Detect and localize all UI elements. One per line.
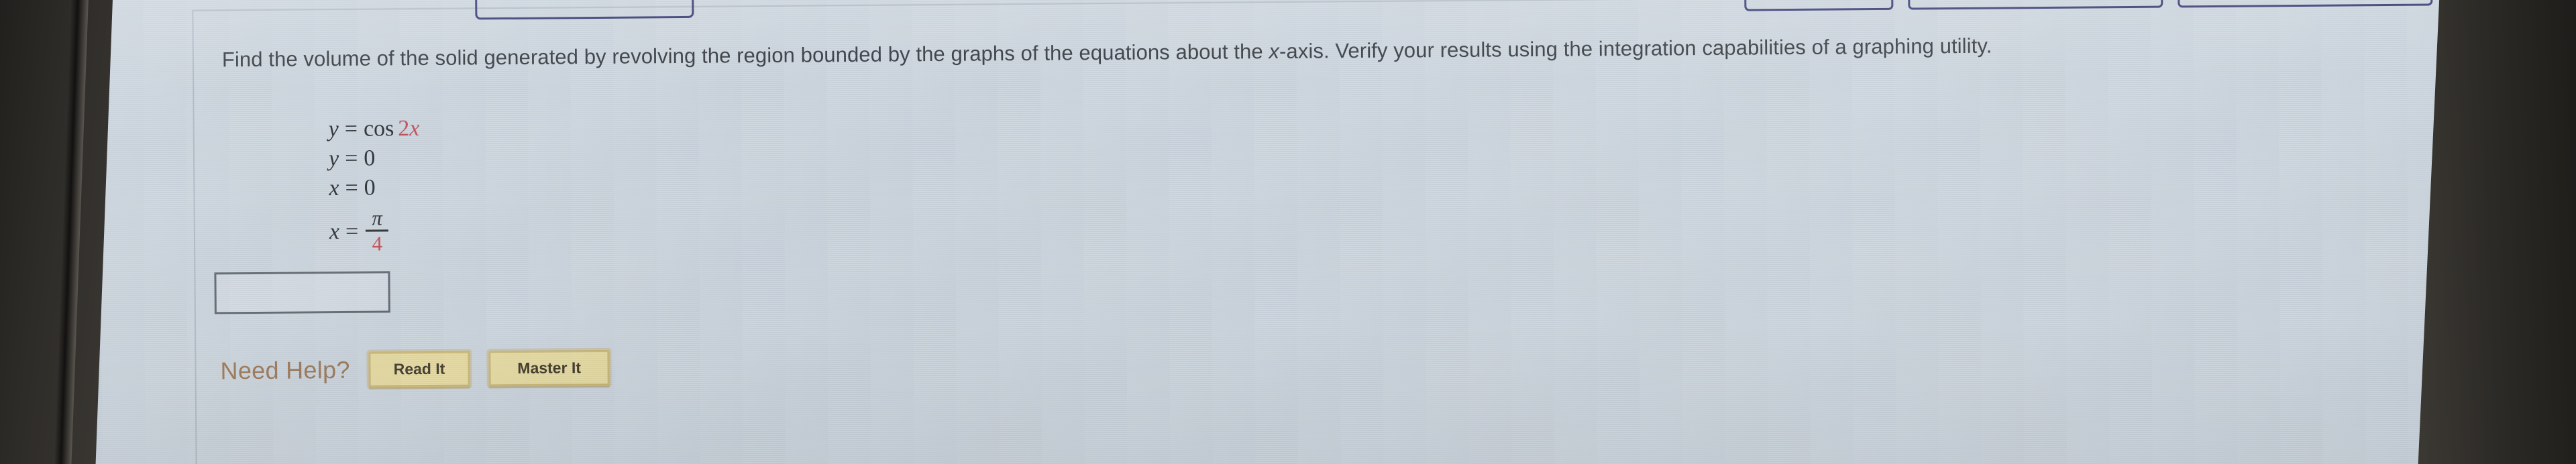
fraction-denominator: 4 [372,231,383,255]
need-help-label: Need Help? [220,355,350,384]
equation-list: y = cos 2x y = 0 x = 0 x = π 4 [329,114,421,255]
equation-operator: = [345,219,359,244]
problem-statement: Find the volume of the solid generated b… [222,29,2409,74]
answer-input[interactable] [214,271,390,314]
need-help-row: Need Help? Read It Master It [220,347,612,390]
equation-rhs: 0 [364,175,376,201]
assignment-content-panel: MY NOTES ASK YOUR TEACHER PRACTICE ANOTH… [192,0,2490,464]
practice-another-button[interactable]: PRACTICE ANOTHER [2178,0,2433,8]
screen-surface: MY NOTES ASK YOUR TEACHER PRACTICE ANOTH… [79,0,2525,464]
statement-text-tail: -axis. Verify your results using the int… [1279,34,1992,63]
monitor-photo: MY NOTES ASK YOUR TEACHER PRACTICE ANOTH… [0,0,2576,464]
equation-operator: = [344,116,358,141]
equation-operator: = [345,146,358,172]
monitor-bezel-right [2414,0,2576,464]
assignment-toolbar: MY NOTES ASK YOUR TEACHER PRACTICE ANOTH… [1743,0,2433,11]
master-it-button[interactable]: Master It [486,347,612,389]
cosine-function-label: cos [363,116,394,141]
equation-coefficient: 2 [398,116,410,141]
equation-variable: x [409,116,420,141]
equation-lhs: y [328,116,339,142]
ask-your-teacher-button[interactable]: ASK YOUR TEACHER [1907,0,2163,10]
equation-row: y = cos 2x [329,114,420,144]
equation-operator: = [345,176,358,201]
fraction: π 4 [366,206,389,255]
equation-row: x = 0 [329,173,420,203]
statement-text-lead: Find the volume of the solid generated b… [221,40,1269,72]
equation-lhs: y [328,146,339,172]
read-it-button[interactable]: Read It [366,349,472,390]
cropped-top-button[interactable] [474,0,694,20]
equation-row: x = π 4 [329,206,421,255]
equation-rhs: 0 [364,146,376,171]
my-notes-button[interactable]: MY NOTES [1743,0,1894,11]
equation-lhs: x [329,219,340,245]
equation-lhs: x [329,176,339,201]
fraction-numerator: π [372,206,382,230]
statement-axis-variable: x [1269,39,1280,64]
equation-row: y = 0 [329,143,420,174]
